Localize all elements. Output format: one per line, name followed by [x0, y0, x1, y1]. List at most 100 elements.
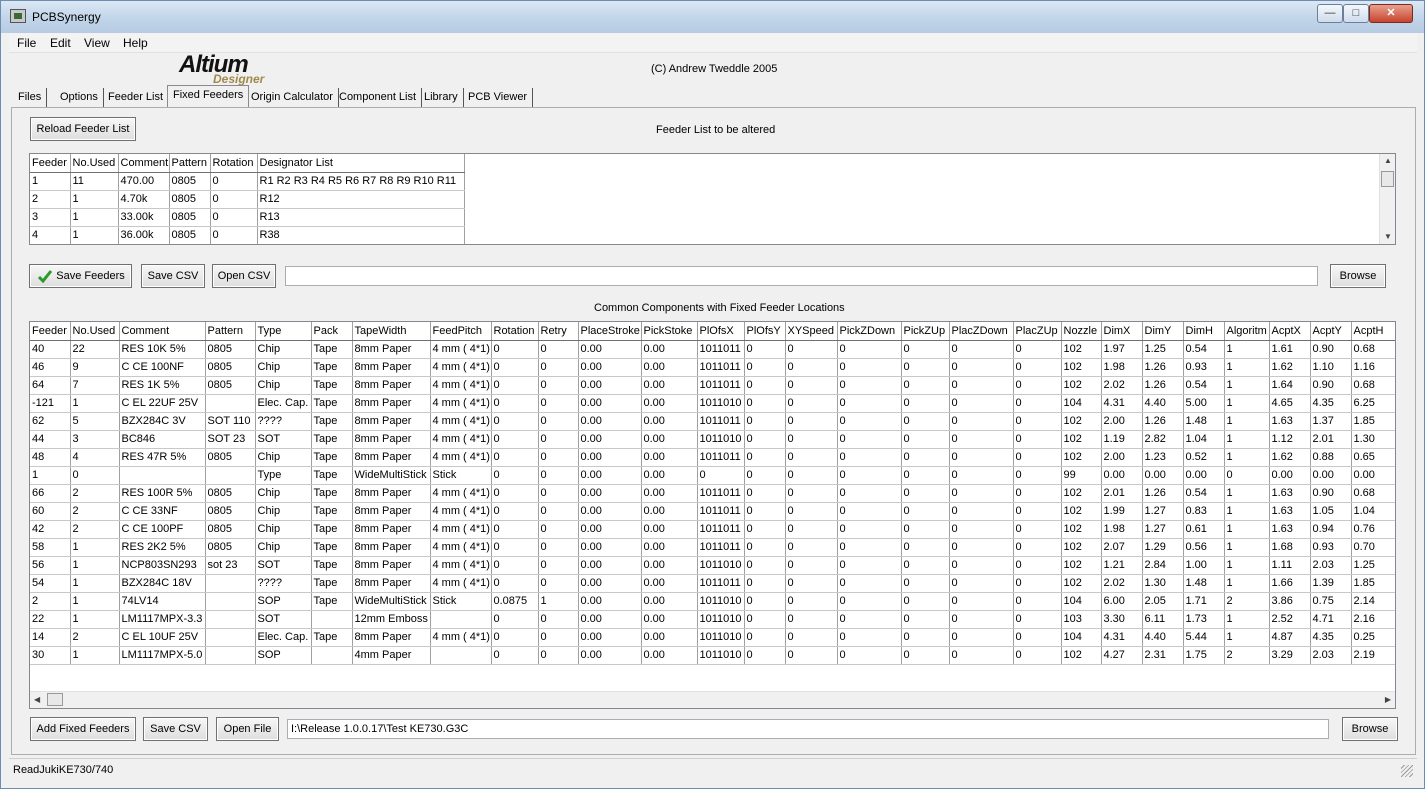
table-cell[interactable]: 0: [1013, 358, 1062, 377]
table-cell[interactable]: 46: [30, 358, 71, 377]
browse-button-top[interactable]: Browse: [1330, 264, 1386, 288]
column-header[interactable]: Pattern: [169, 154, 211, 173]
table-cell[interactable]: 0: [1013, 502, 1062, 521]
table-cell[interactable]: 0: [491, 448, 539, 467]
table-cell[interactable]: 2.52: [1269, 610, 1311, 629]
table-cell[interactable]: 0: [491, 394, 539, 413]
table-cell[interactable]: 1.64: [1269, 376, 1311, 395]
column-header[interactable]: DimY: [1142, 322, 1184, 341]
table-cell[interactable]: 0805: [205, 502, 256, 521]
resize-grip-icon[interactable]: [1401, 765, 1413, 777]
table-cell[interactable]: 4 mm ( 4*1): [430, 448, 492, 467]
table-cell[interactable]: [205, 394, 256, 413]
table-cell[interactable]: 1: [1224, 556, 1270, 575]
table-cell[interactable]: 0: [949, 628, 1014, 647]
column-header[interactable]: PickZUp: [901, 322, 950, 341]
add-fixed-feeders-button[interactable]: Add Fixed Feeders: [30, 717, 136, 741]
table-cell[interactable]: 0.00: [578, 466, 642, 485]
table-cell[interactable]: 4.31: [1101, 394, 1143, 413]
table-row[interactable]: 64 7 RES 1K 5% 0805 Chip Tape 8mm Paper 4 mm ( …: [30, 376, 1395, 395]
table-cell[interactable]: 0805: [169, 172, 211, 191]
table-cell[interactable]: 0.56: [1183, 538, 1225, 557]
table-cell[interactable]: 102: [1061, 538, 1102, 557]
table-cell[interactable]: 1011010: [697, 430, 745, 449]
table-row[interactable]: 66 2 RES 100R 5% 0805 Chip Tape 8mm Paper 4 mm …: [30, 484, 1395, 503]
table-cell[interactable]: Chip: [255, 376, 312, 395]
table-row[interactable]: -121 1 C EL 22UF 25V Elec. Cap. Tape 8mm Pape…: [30, 394, 1395, 413]
table-row[interactable]: 54 1 BZX284C 18V???? Tape 8mm Paper 4 mm ( 4*…: [30, 574, 1395, 593]
table-cell[interactable]: 1011010: [697, 610, 745, 629]
table-cell[interactable]: 0: [949, 574, 1014, 593]
table-cell[interactable]: [205, 628, 256, 647]
table-cell[interactable]: 5.44: [1183, 628, 1225, 647]
table-cell[interactable]: 0.65: [1351, 448, 1395, 467]
table-cell[interactable]: 2: [1224, 592, 1270, 611]
table-cell[interactable]: 0: [785, 340, 838, 359]
table-cell[interactable]: 1.85: [1351, 574, 1395, 593]
table-cell[interactable]: SOT 110: [205, 412, 256, 431]
table-cell[interactable]: 1.75: [1183, 646, 1225, 665]
table-cell[interactable]: 2.82: [1142, 430, 1184, 449]
table-cell[interactable]: 8mm Paper: [352, 358, 431, 377]
table-cell[interactable]: SOT: [255, 430, 312, 449]
table-cell[interactable]: 0: [744, 466, 786, 485]
table-cell[interactable]: 56: [30, 556, 71, 575]
table-cell[interactable]: 0.00: [578, 520, 642, 539]
table-cell[interactable]: 0.90: [1310, 484, 1352, 503]
table-cell[interactable]: 0: [491, 574, 539, 593]
table-cell[interactable]: 0: [744, 502, 786, 521]
table-cell[interactable]: 0: [1013, 520, 1062, 539]
table-cell[interactable]: 0: [949, 448, 1014, 467]
table-cell[interactable]: 7: [70, 376, 120, 395]
table-cell[interactable]: 4.35: [1310, 628, 1352, 647]
table-cell[interactable]: 2.01: [1101, 484, 1143, 503]
table-cell[interactable]: 1.26: [1142, 376, 1184, 395]
table-cell[interactable]: 2.19: [1351, 646, 1395, 665]
table-cell[interactable]: 0: [901, 574, 950, 593]
table-cell[interactable]: RES 100R 5%: [119, 484, 206, 503]
table-cell[interactable]: WideMultiStick: [352, 466, 431, 485]
tab-feeder-list[interactable]: Feeder List: [103, 88, 168, 108]
column-header[interactable]: No.Used: [70, 322, 120, 341]
table-cell[interactable]: 0805: [205, 448, 256, 467]
table-cell[interactable]: [119, 466, 206, 485]
table-cell[interactable]: 0.54: [1183, 340, 1225, 359]
column-header[interactable]: XYSpeed: [785, 322, 838, 341]
table-cell[interactable]: 2.02: [1101, 376, 1143, 395]
table-row[interactable]: 4 1 36.00k 0805 0 R38: [30, 226, 465, 244]
table-cell[interactable]: 0: [1013, 646, 1062, 665]
column-header[interactable]: Comment: [119, 322, 206, 341]
column-header[interactable]: TapeWidth: [352, 322, 431, 341]
table-cell[interactable]: Tape: [311, 538, 353, 557]
table-cell[interactable]: 0: [837, 502, 902, 521]
save-csv-button-top[interactable]: Save CSV: [141, 264, 205, 288]
table-cell[interactable]: 0.00: [641, 538, 698, 557]
table-cell[interactable]: R38: [257, 226, 465, 244]
table-cell[interactable]: 1.27: [1142, 520, 1184, 539]
table-cell[interactable]: 4 mm ( 4*1): [430, 502, 492, 521]
table-cell[interactable]: BC846: [119, 430, 206, 449]
table-cell[interactable]: 4 mm ( 4*1): [430, 538, 492, 557]
table-cell[interactable]: 4 mm ( 4*1): [430, 340, 492, 359]
table-cell[interactable]: 14: [30, 628, 71, 647]
table-cell[interactable]: 0: [901, 376, 950, 395]
table-cell[interactable]: 0.00: [1351, 466, 1395, 485]
table-cell[interactable]: 22: [70, 340, 120, 359]
table-cell[interactable]: 0.00: [641, 484, 698, 503]
table-cell[interactable]: 0.25: [1351, 628, 1395, 647]
table-cell[interactable]: 0: [1013, 394, 1062, 413]
table-cell[interactable]: 0.00: [641, 574, 698, 593]
table-cell[interactable]: 0.68: [1351, 376, 1395, 395]
table-cell[interactable]: C CE 100PF: [119, 520, 206, 539]
table-cell[interactable]: 1.30: [1142, 574, 1184, 593]
table-cell[interactable]: 0: [949, 430, 1014, 449]
table-cell[interactable]: Tape: [311, 502, 353, 521]
table-cell[interactable]: 2: [30, 190, 71, 209]
column-header[interactable]: DimX: [1101, 322, 1143, 341]
table-cell[interactable]: 0.94: [1310, 520, 1352, 539]
table-cell[interactable]: 1.23: [1142, 448, 1184, 467]
table-cell[interactable]: Tape: [311, 556, 353, 575]
scroll-down-icon[interactable]: ▼: [1384, 232, 1392, 241]
table-cell[interactable]: 0.00: [578, 538, 642, 557]
table-cell[interactable]: 470.00: [118, 172, 170, 191]
